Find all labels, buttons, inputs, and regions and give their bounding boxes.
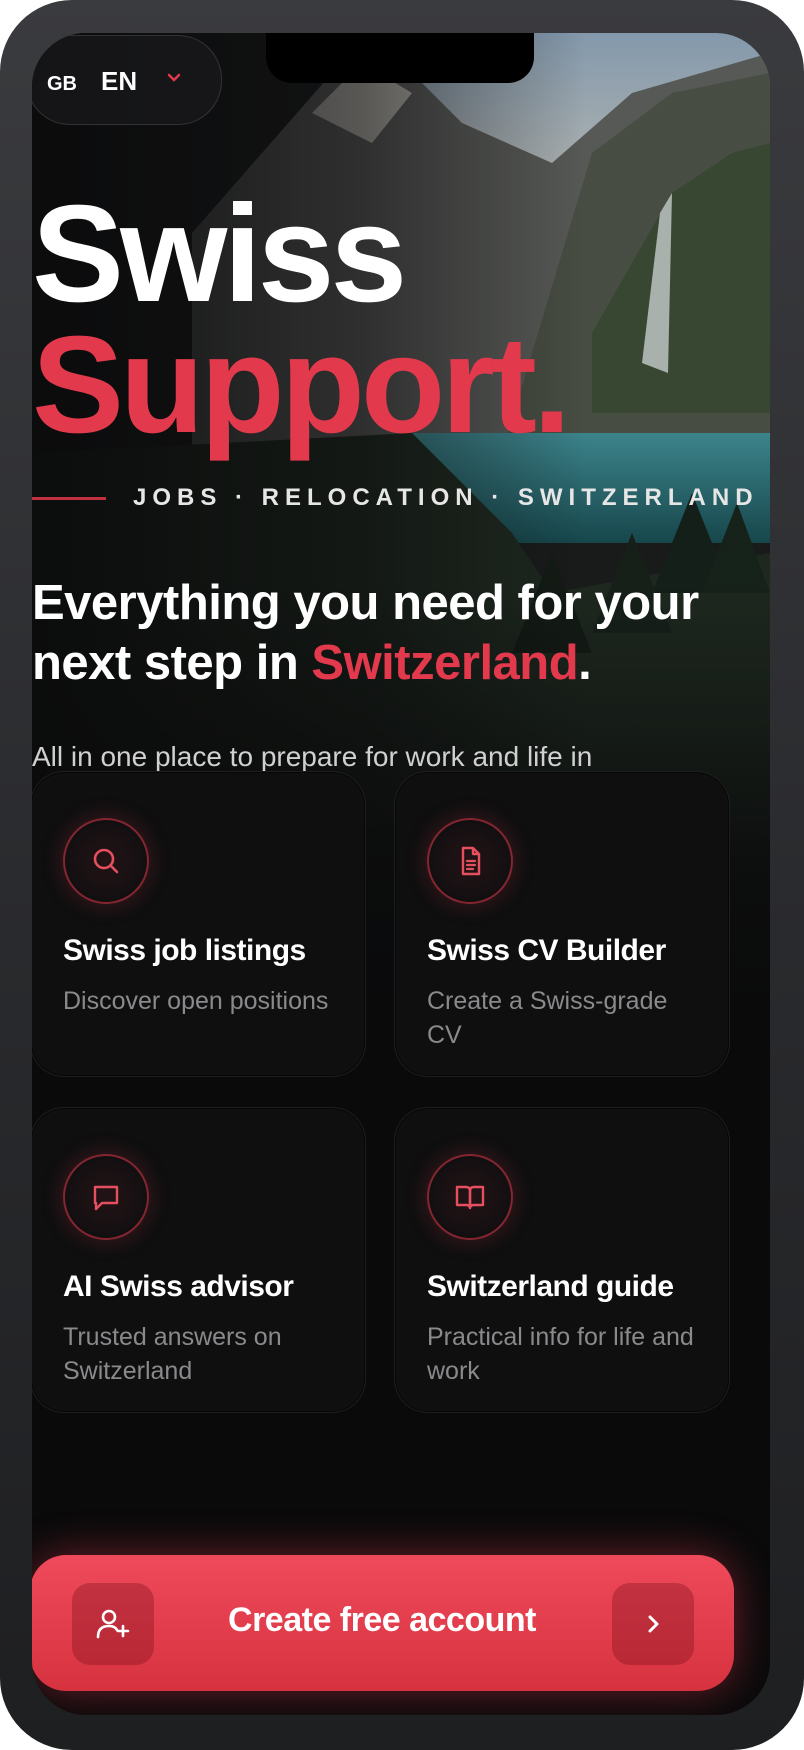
- hero-title-line1: Swiss: [32, 177, 407, 331]
- camera-notch: [266, 33, 534, 83]
- feature-card-switzerland-guide[interactable]: Switzerland guide Practical info for lif…: [394, 1107, 730, 1413]
- chevron-right-icon: [612, 1583, 694, 1665]
- feature-title: Switzerland guide: [427, 1270, 674, 1303]
- chat-icon: [63, 1154, 149, 1240]
- feature-title: AI Swiss advisor: [63, 1270, 294, 1303]
- language-code: EN: [101, 66, 138, 96]
- app-screen: GB EN Swiss Support. JOBS · RELOCATION ·…: [32, 33, 770, 1715]
- tagline: JOBS · RELOCATION · SWITZERLAND: [133, 484, 759, 511]
- language-selector[interactable]: GB EN: [32, 35, 222, 125]
- feature-description: Practical info for life and work: [427, 1323, 694, 1385]
- feature-title: Swiss CV Builder: [427, 934, 666, 967]
- book-icon: [427, 1154, 513, 1240]
- headline-period: .: [578, 636, 592, 690]
- chevron-down-icon: [165, 69, 183, 92]
- tagline-divider: [32, 497, 106, 500]
- feature-title: Swiss job listings: [63, 934, 306, 967]
- uk-flag-icon: GB: [47, 73, 77, 95]
- headline-accent: Switzerland: [311, 636, 579, 690]
- feature-card-ai-advisor[interactable]: AI Swiss advisor Trusted answers on Swit…: [32, 1107, 366, 1413]
- feature-description: Trusted answers on Switzerland: [63, 1323, 282, 1385]
- document-icon: [427, 818, 513, 904]
- phone-frame: GB EN Swiss Support. JOBS · RELOCATION ·…: [0, 0, 804, 1750]
- feature-description: Discover open positions: [63, 987, 329, 1015]
- create-account-button[interactable]: Create free account: [32, 1555, 734, 1691]
- feature-description: Create a Swiss-grade CV: [427, 987, 668, 1049]
- feature-card-cv-builder[interactable]: Swiss CV Builder Create a Swiss-grade CV: [394, 771, 730, 1077]
- feature-card-job-listings[interactable]: Swiss job listings Discover open positio…: [32, 771, 366, 1077]
- hero-title-line2: Support.: [32, 308, 571, 462]
- search-icon: [63, 818, 149, 904]
- intro-headline: Everything you need for your next step i…: [32, 573, 752, 693]
